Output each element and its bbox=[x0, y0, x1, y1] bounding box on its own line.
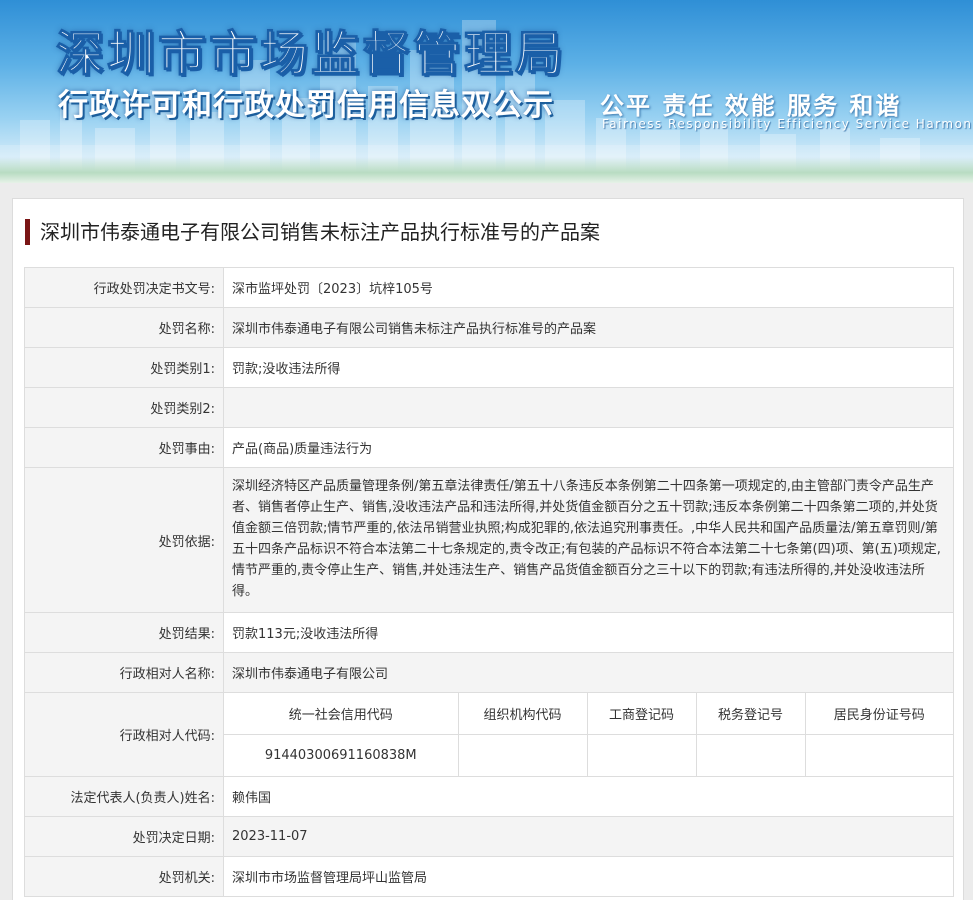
case-title: 深圳市伟泰通电子有限公司销售未标注产品执行标准号的产品案 bbox=[25, 219, 600, 245]
field-value-party: 深圳市伟泰通电子有限公司 bbox=[223, 652, 954, 693]
codes-header-id-number: 居民身份证号码 bbox=[804, 693, 953, 735]
codes-header-business-reg: 工商登记码 bbox=[586, 693, 696, 735]
table-row: 处罚类别2: bbox=[24, 387, 954, 428]
slogan-english: Fairness Responsibility Efficiency Servi… bbox=[602, 117, 973, 131]
field-label-reason: 处罚事由: bbox=[24, 427, 224, 468]
content-panel: 深圳市伟泰通电子有限公司销售未标注产品执行标准号的产品案 行政处罚决定书文号: … bbox=[12, 198, 964, 900]
table-row: 法定代表人(负责人)姓名: 赖伟国 bbox=[24, 776, 954, 817]
header-banner: 深圳市市场监督管理局 行政许可和行政处罚信用信息双公示 公平 责任 效能 服务 … bbox=[0, 0, 973, 183]
table-row: 处罚依据: 深圳经济特区产品质量管理条例/第五章法律责任/第五十八条违反本条例第… bbox=[24, 467, 954, 613]
codes-value-tax-reg bbox=[695, 734, 805, 776]
field-value-reason: 产品(商品)质量违法行为 bbox=[223, 427, 954, 468]
field-label-type1: 处罚类别1: bbox=[24, 347, 224, 388]
table-row: 处罚机关: 深圳市市场监督管理局坪山监管局 bbox=[24, 856, 954, 897]
field-value-type1: 罚款;没收违法所得 bbox=[223, 347, 954, 388]
slogan-chinese: 公平 责任 效能 服务 和谐 bbox=[600, 92, 902, 120]
penalty-info-table: 行政处罚决定书文号: 深市监坪处罚〔2023〕坑梓105号 处罚名称: 深圳市伟… bbox=[24, 267, 954, 897]
codes-cell: 统一社会信用代码 组织机构代码 工商登记码 税务登记号 居民身份证号码 9144… bbox=[223, 692, 954, 777]
codes-header-org-code: 组织机构代码 bbox=[457, 693, 587, 735]
field-value-date: 2023-11-07 bbox=[223, 816, 954, 857]
codes-header-credit-code: 统一社会信用代码 bbox=[224, 693, 458, 735]
table-row: 行政相对人名称: 深圳市伟泰通电子有限公司 bbox=[24, 652, 954, 693]
field-value-type2 bbox=[223, 387, 954, 428]
banner-ground bbox=[0, 157, 973, 183]
field-label-doc-no: 行政处罚决定书文号: bbox=[24, 267, 224, 308]
codes-header-row: 统一社会信用代码 组织机构代码 工商登记码 税务登记号 居民身份证号码 bbox=[224, 693, 953, 735]
table-row: 处罚类别1: 罚款;没收违法所得 bbox=[24, 347, 954, 388]
codes-header-tax-reg: 税务登记号 bbox=[695, 693, 805, 735]
table-row: 处罚结果: 罚款113元;没收违法所得 bbox=[24, 612, 954, 653]
table-row: 处罚事由: 产品(商品)质量违法行为 bbox=[24, 427, 954, 468]
table-row: 行政处罚决定书文号: 深市监坪处罚〔2023〕坑梓105号 bbox=[24, 267, 954, 308]
field-label-party: 行政相对人名称: bbox=[24, 652, 224, 693]
party-codes-table: 统一社会信用代码 组织机构代码 工商登记码 税务登记号 居民身份证号码 9144… bbox=[224, 693, 953, 776]
field-label-name: 处罚名称: bbox=[24, 307, 224, 348]
field-value-result: 罚款113元;没收违法所得 bbox=[223, 612, 954, 653]
codes-value-id-number bbox=[804, 734, 953, 776]
field-value-basis: 深圳经济特区产品质量管理条例/第五章法律责任/第五十八条违反本条例第二十四条第一… bbox=[223, 467, 954, 613]
codes-value-org-code bbox=[457, 734, 587, 776]
field-label-codes: 行政相对人代码: bbox=[24, 692, 224, 777]
field-label-date: 处罚决定日期: bbox=[24, 816, 224, 857]
table-row: 处罚名称: 深圳市伟泰通电子有限公司销售未标注产品执行标准号的产品案 bbox=[24, 307, 954, 348]
site-subtitle: 行政许可和行政处罚信用信息双公示 bbox=[58, 88, 554, 123]
table-row: 处罚决定日期: 2023-11-07 bbox=[24, 816, 954, 857]
codes-value-business-reg bbox=[586, 734, 696, 776]
field-label-basis: 处罚依据: bbox=[24, 467, 224, 613]
field-label-legal-rep: 法定代表人(负责人)姓名: bbox=[24, 776, 224, 817]
field-value-name: 深圳市伟泰通电子有限公司销售未标注产品执行标准号的产品案 bbox=[223, 307, 954, 348]
codes-value-credit-code: 91440300691160838M bbox=[264, 748, 417, 763]
field-label-authority: 处罚机关: bbox=[24, 856, 224, 897]
field-value-doc-no: 深市监坪处罚〔2023〕坑梓105号 bbox=[223, 267, 954, 308]
field-value-legal-rep: 赖伟国 bbox=[223, 776, 954, 817]
codes-value-row: 91440300691160838M bbox=[224, 734, 953, 776]
site-title: 深圳市市场监督管理局 bbox=[55, 25, 567, 82]
field-label-type2: 处罚类别2: bbox=[24, 387, 224, 428]
table-row: 行政相对人代码: 统一社会信用代码 组织机构代码 工商登记码 税务登记号 居民身… bbox=[24, 692, 954, 777]
field-label-result: 处罚结果: bbox=[24, 612, 224, 653]
field-value-authority: 深圳市市场监督管理局坪山监管局 bbox=[223, 856, 954, 897]
